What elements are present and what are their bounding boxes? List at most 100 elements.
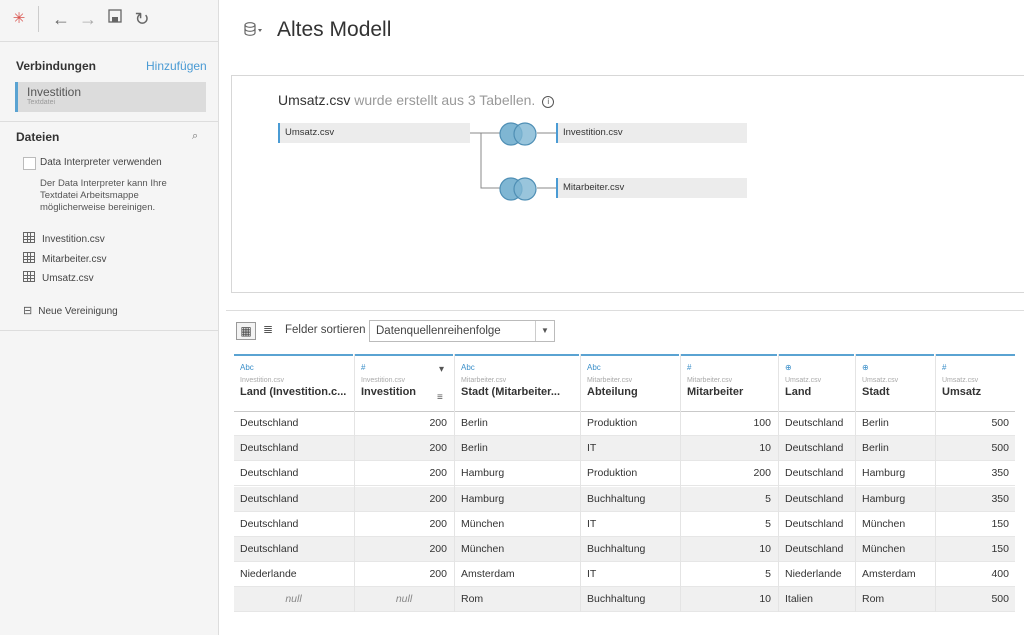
table-cell: Produktion: [587, 417, 638, 429]
table-row[interactable]: Deutschland 200 München Buchhaltung 10 Deutsc…: [234, 537, 1015, 562]
column-name[interactable]: Abteilung: [587, 386, 679, 398]
column-divider[interactable]: [580, 354, 581, 612]
info-icon[interactable]: i: [542, 96, 555, 108]
list-view-icon[interactable]: ≣: [263, 322, 273, 336]
table-cell: Niederlande: [240, 568, 297, 581]
column-header[interactable]: # Mitarbeiter.csv Mitarbeiter: [681, 354, 777, 411]
globe-icon[interactable]: ⊕: [862, 363, 934, 373]
sort-fields-label: Felder sortieren: [285, 324, 366, 336]
join-icon[interactable]: [495, 176, 541, 202]
column-name[interactable]: Stadt (Mitarbeiter...: [461, 386, 579, 398]
column-menu-icon[interactable]: ▾: [439, 364, 444, 375]
table-cell: 200: [753, 467, 771, 480]
table-cell: München: [862, 517, 906, 530]
table-box-mitarbeiter[interactable]: Mitarbeiter.csv: [556, 178, 747, 198]
column-name[interactable]: Land: [785, 386, 854, 398]
table-row[interactable]: Deutschland 200 München IT 5 Deutschland Münch…: [234, 512, 1015, 537]
column-source: Mitarbeiter.csv: [461, 377, 507, 384]
column-divider[interactable]: [778, 354, 779, 612]
column-divider[interactable]: [855, 354, 856, 612]
new-union-item[interactable]: ⊟ Neue Vereinigung: [23, 304, 118, 317]
table-cell: Amsterdam: [862, 568, 916, 581]
table-cell: 200: [429, 517, 447, 530]
table-cell: Deutschland: [240, 442, 299, 455]
file-name: Umsatz.csv: [42, 273, 94, 284]
column-header[interactable]: Abc Mitarbeiter.csv Stadt (Mitarbeiter...: [455, 354, 579, 411]
number-type-icon[interactable]: #: [687, 363, 777, 373]
table-cell: Niederlande: [785, 568, 842, 581]
table-cell: IT: [587, 517, 597, 530]
save-icon[interactable]: [104, 8, 126, 30]
datasource-icon[interactable]: [243, 21, 265, 41]
table-cell: IT: [587, 442, 597, 455]
file-item[interactable]: Mitarbeiter.csv: [23, 252, 106, 266]
data-interpreter-label[interactable]: Data Interpreter verwenden: [40, 157, 162, 168]
datasource-title[interactable]: Altes Modell: [277, 18, 391, 42]
column-source: Investition.csv: [240, 377, 284, 384]
tableau-logo-icon[interactable]: ✳: [8, 8, 30, 30]
table-cell: München: [461, 517, 505, 530]
file-item[interactable]: Investition.csv: [23, 232, 105, 246]
column-header[interactable]: # Umsatz.csv Umsatz: [936, 354, 1015, 411]
table-cell: Produktion: [587, 467, 638, 480]
string-type-icon[interactable]: Abc: [587, 363, 679, 373]
search-icon[interactable]: ⌕: [192, 130, 198, 143]
table-cell: Deutschland: [785, 442, 844, 455]
column-header[interactable]: ⊕ Umsatz.csv Stadt: [856, 354, 934, 411]
table-cell: 200: [429, 417, 447, 429]
globe-icon[interactable]: ⊕: [785, 363, 854, 373]
divider: [226, 310, 1024, 311]
column-name[interactable]: Mitarbeiter: [687, 386, 777, 398]
table-row[interactable]: Deutschland 200 Hamburg Produktion 200 Deutsc…: [234, 461, 1015, 487]
refresh-icon[interactable]: ↻: [131, 8, 153, 30]
join-icon[interactable]: [495, 121, 541, 147]
data-interpreter-checkbox[interactable]: [23, 157, 36, 170]
column-divider[interactable]: [935, 354, 936, 612]
column-name[interactable]: Stadt: [862, 386, 934, 398]
grid-view-icon[interactable]: ▦: [236, 322, 256, 340]
table-cell: 200: [429, 492, 447, 505]
connection-item[interactable]: Investition Textdatei: [15, 82, 206, 112]
add-connection-link[interactable]: Hinzufügen: [146, 59, 207, 73]
file-item[interactable]: Umsatz.csv: [23, 271, 94, 285]
table-cell: Deutschland: [240, 543, 299, 555]
sort-fields-select[interactable]: Datenquellenreihenfolge ▼: [369, 320, 555, 342]
table-row[interactable]: Deutschland 200 Berlin Produktion 100 Deutsch…: [234, 411, 1015, 436]
column-header[interactable]: Abc Mitarbeiter.csv Abteilung: [581, 354, 679, 411]
table-row[interactable]: Deutschland 200 Hamburg Buchhaltung 5 Deutsch…: [234, 486, 1015, 512]
column-header[interactable]: Abc Investition.csv Land (Investition.c...: [234, 354, 353, 411]
connections-title: Verbindungen: [16, 59, 97, 73]
table-icon: [23, 271, 35, 282]
table-cell: 200: [429, 467, 447, 480]
table-cell: Deutschland: [240, 517, 299, 530]
table-cell: 200: [429, 568, 447, 581]
string-type-icon[interactable]: Abc: [240, 363, 353, 373]
column-name[interactable]: Umsatz: [942, 386, 1015, 398]
column-name[interactable]: Land (Investition.c...: [240, 386, 353, 398]
back-icon[interactable]: ←: [50, 8, 72, 30]
column-header[interactable]: ⊕ Umsatz.csv Land: [779, 354, 854, 411]
table-cell: null: [395, 593, 413, 606]
table-cell: Berlin: [461, 417, 488, 429]
column-source: Mitarbeiter.csv: [587, 377, 633, 384]
table-cell: Italien: [785, 593, 814, 606]
union-icon: ⊟: [23, 305, 33, 317]
string-type-icon[interactable]: Abc: [461, 363, 579, 373]
table-cell: Buchhaltung: [587, 543, 646, 555]
forward-icon[interactable]: →: [77, 8, 99, 30]
column-divider[interactable]: [354, 354, 355, 612]
table-cell: Berlin: [862, 417, 889, 429]
column-divider[interactable]: [454, 354, 455, 612]
column-source: Mitarbeiter.csv: [687, 377, 733, 384]
table-row[interactable]: Niederlande 200 Amsterdam IT 5 Niederlande Ams…: [234, 562, 1015, 588]
table-box-investition[interactable]: Investition.csv: [556, 123, 747, 143]
table-row[interactable]: Deutschland 200 Berlin IT 10 Deutschland Berli…: [234, 436, 1015, 462]
table-cell: Deutschland: [785, 492, 844, 505]
sort-icon[interactable]: ≡: [437, 392, 443, 403]
table-cell: Berlin: [862, 442, 889, 455]
table-row[interactable]: null null Rom Buchhaltung 10 Italien Rom 500: [234, 587, 1015, 613]
column-divider[interactable]: [680, 354, 681, 612]
table-box-umsatz[interactable]: Umsatz.csv: [278, 123, 470, 143]
number-type-icon[interactable]: #: [942, 363, 1015, 373]
table-cell: 10: [759, 593, 771, 606]
